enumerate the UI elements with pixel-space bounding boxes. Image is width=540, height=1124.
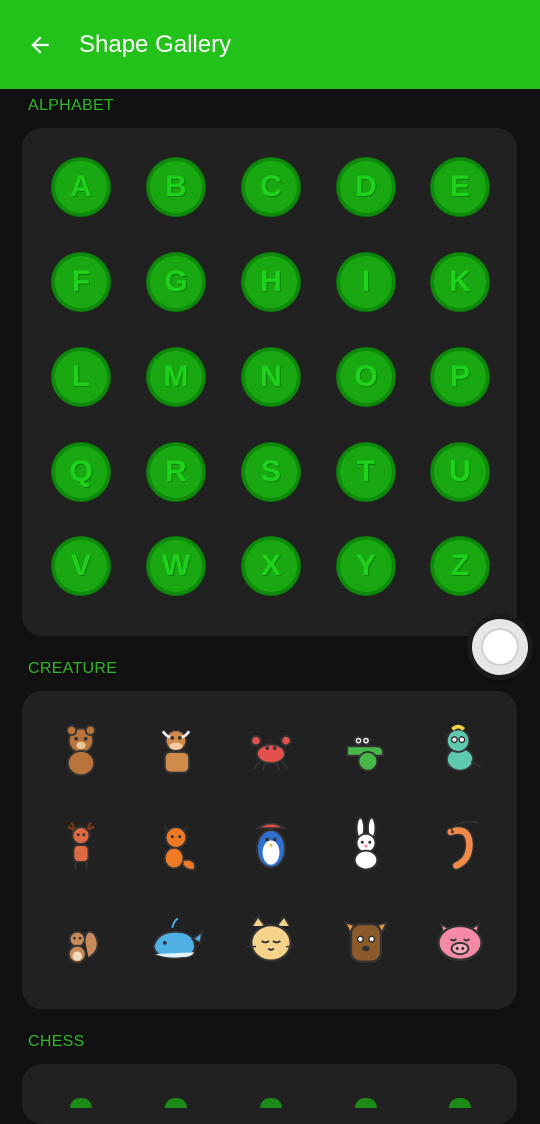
deer-icon[interactable] [49, 813, 113, 877]
floating-action-button[interactable] [472, 619, 528, 675]
letter-button-m[interactable]: M [147, 348, 205, 406]
circle-icon [481, 628, 519, 666]
whale-icon[interactable] [144, 909, 208, 973]
creature-grid [22, 691, 517, 1009]
page-title: Shape Gallery [79, 30, 232, 58]
dog-icon[interactable] [334, 909, 398, 973]
chess-card [22, 1064, 517, 1124]
letter-button-v[interactable]: V [52, 537, 110, 595]
section-label-chess: CHESS [28, 1033, 85, 1050]
letter-button-s[interactable]: S [242, 443, 300, 501]
letter-button-z[interactable]: Z [431, 537, 489, 595]
chess-piece-icon[interactable] [355, 1098, 377, 1108]
letter-button-h[interactable]: H [242, 253, 300, 311]
crab-icon[interactable] [239, 718, 303, 782]
letter-button-i[interactable]: I [337, 253, 395, 311]
shrimp-icon[interactable] [428, 813, 492, 877]
penguin-icon[interactable] [239, 813, 303, 877]
letter-button-k[interactable]: K [431, 253, 489, 311]
chess-piece-icon[interactable] [449, 1098, 471, 1108]
section-label-alphabet: ALPHABET [28, 97, 114, 114]
letter-button-t[interactable]: T [337, 443, 395, 501]
section-label-creature: CREATURE [28, 660, 118, 677]
app-bar: Shape Gallery [0, 0, 540, 89]
letter-button-n[interactable]: N [242, 348, 300, 406]
letter-button-g[interactable]: G [147, 253, 205, 311]
letter-button-o[interactable]: O [337, 348, 395, 406]
letter-button-r[interactable]: R [147, 443, 205, 501]
crocodile-icon[interactable] [334, 718, 398, 782]
arrow-left-icon [31, 35, 49, 54]
letter-button-w[interactable]: W [147, 537, 205, 595]
alphabet-grid: ABCDE FGHIK LMNOP QRSTU VWXYZ [22, 128, 517, 636]
pig-icon[interactable] [428, 909, 492, 973]
letter-button-d[interactable]: D [337, 158, 395, 216]
letter-button-f[interactable]: F [52, 253, 110, 311]
letter-button-x[interactable]: X [242, 537, 300, 595]
cow-icon[interactable] [144, 718, 208, 782]
chess-piece-icon[interactable] [70, 1098, 92, 1108]
letter-button-c[interactable]: C [242, 158, 300, 216]
letter-button-q[interactable]: Q [52, 443, 110, 501]
chess-piece-icon[interactable] [165, 1098, 187, 1108]
letter-button-b[interactable]: B [147, 158, 205, 216]
letter-button-a[interactable]: A [52, 158, 110, 216]
cat-icon[interactable] [239, 909, 303, 973]
back-button[interactable] [20, 25, 60, 65]
letter-button-l[interactable]: L [52, 348, 110, 406]
alphabet-card: ABCDE FGHIK LMNOP QRSTU VWXYZ [22, 128, 517, 636]
bear-icon[interactable] [49, 718, 113, 782]
letter-button-e[interactable]: E [431, 158, 489, 216]
letter-button-p[interactable]: P [431, 348, 489, 406]
creature-card [22, 691, 517, 1009]
dinosaur-icon[interactable] [428, 718, 492, 782]
rabbit-icon[interactable] [334, 813, 398, 877]
letter-button-y[interactable]: Y [337, 537, 395, 595]
squirrel-icon[interactable] [49, 909, 113, 973]
fox-icon[interactable] [144, 813, 208, 877]
letter-button-u[interactable]: U [431, 443, 489, 501]
chess-piece-icon[interactable] [260, 1098, 282, 1108]
